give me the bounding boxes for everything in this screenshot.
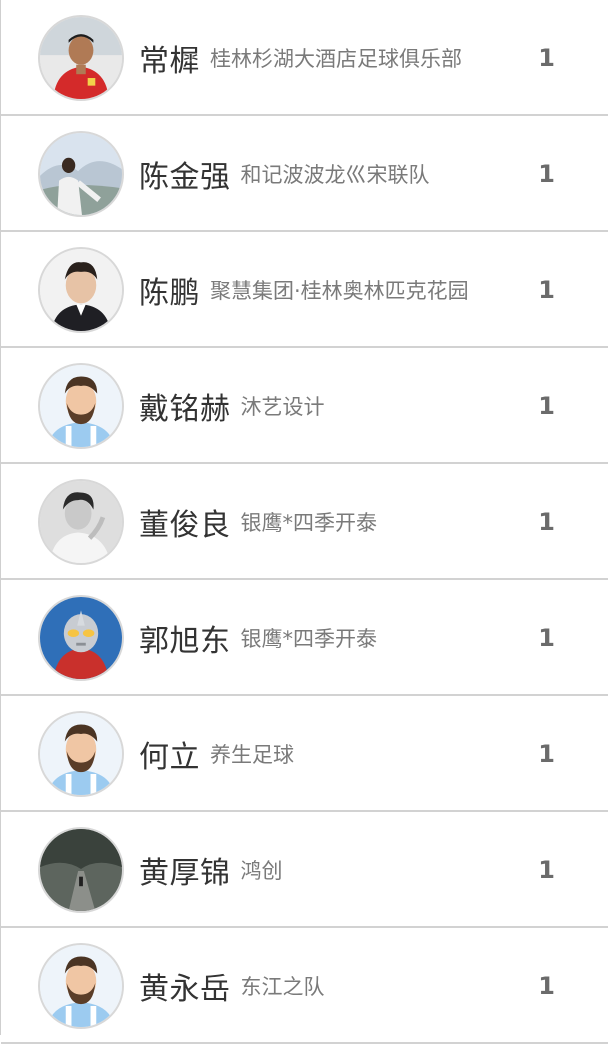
count-value: 1 xyxy=(538,624,555,652)
player-name: 何立 xyxy=(139,740,200,775)
team-name: 东江之队 xyxy=(240,975,325,999)
player-name: 郭旭东 xyxy=(139,624,231,659)
count-value: 1 xyxy=(538,856,555,884)
list-item[interactable]: 何立 养生足球 1 xyxy=(1,696,608,812)
portrait-man-avatar-icon xyxy=(38,247,124,333)
team-name: 养生足球 xyxy=(210,743,294,767)
count-value: 1 xyxy=(538,276,555,304)
scenery-man-avatar-icon xyxy=(38,131,124,217)
list-item[interactable]: 董俊良 银鹰*四季开泰 1 xyxy=(1,464,608,580)
player-name: 黄厚锦 xyxy=(139,856,231,891)
road-scenery-avatar-icon xyxy=(38,827,124,913)
player-name: 常樨 xyxy=(139,44,200,79)
list-item[interactable]: 郭旭东 银鹰*四季开泰 1 xyxy=(1,580,608,696)
count-value: 1 xyxy=(538,392,555,420)
count-value: 1 xyxy=(538,508,555,536)
monochrome-portrait-avatar-icon xyxy=(38,479,124,565)
red-jersey-man-avatar-icon xyxy=(38,15,124,101)
ultraman-avatar-icon xyxy=(38,595,124,681)
player-name: 戴铭赫 xyxy=(139,392,231,427)
list-item[interactable]: 戴铭赫 沐艺设计 1 xyxy=(1,348,608,464)
team-name: 桂林杉湖大酒店足球俱乐部 xyxy=(210,47,462,71)
list-item[interactable]: 黄厚锦 鸿创 1 xyxy=(1,812,608,928)
player-name: 黄永岳 xyxy=(139,972,231,1007)
player-name: 董俊良 xyxy=(139,508,231,543)
team-name: 鸿创 xyxy=(240,859,283,883)
list-item[interactable]: 常樨 桂林杉湖大酒店足球俱乐部 1 xyxy=(1,0,608,116)
list-item[interactable]: 陈鹏 聚慧集团·桂林奥林匹克花园 1 xyxy=(1,232,608,348)
count-value: 1 xyxy=(538,44,555,72)
list-item[interactable]: 陈金强 和记波波龙巛宋联队 1 xyxy=(1,116,608,232)
team-name: 沐艺设计 xyxy=(240,395,325,419)
team-name: 和记波波龙巛宋联队 xyxy=(240,163,430,187)
team-name: 聚慧集团·桂林奥林匹克花园 xyxy=(210,279,469,303)
team-name: 银鹰*四季开泰 xyxy=(240,511,378,535)
bearded-cartoon-avatar-icon xyxy=(38,943,124,1029)
bearded-cartoon-avatar-icon xyxy=(38,711,124,797)
team-name: 银鹰*四季开泰 xyxy=(240,627,378,651)
player-list: 常樨 桂林杉湖大酒店足球俱乐部 1 陈金强 和记波波龙巛宋联队 1 陈鹏 聚慧集… xyxy=(0,0,608,1044)
player-name: 陈金强 xyxy=(139,160,231,195)
count-value: 1 xyxy=(538,740,555,768)
count-value: 1 xyxy=(538,972,555,1000)
player-name: 陈鹏 xyxy=(139,276,200,311)
count-value: 1 xyxy=(538,160,555,188)
list-item[interactable]: 黄永岳 东江之队 1 xyxy=(1,928,608,1044)
bearded-cartoon-avatar-icon xyxy=(38,363,124,449)
